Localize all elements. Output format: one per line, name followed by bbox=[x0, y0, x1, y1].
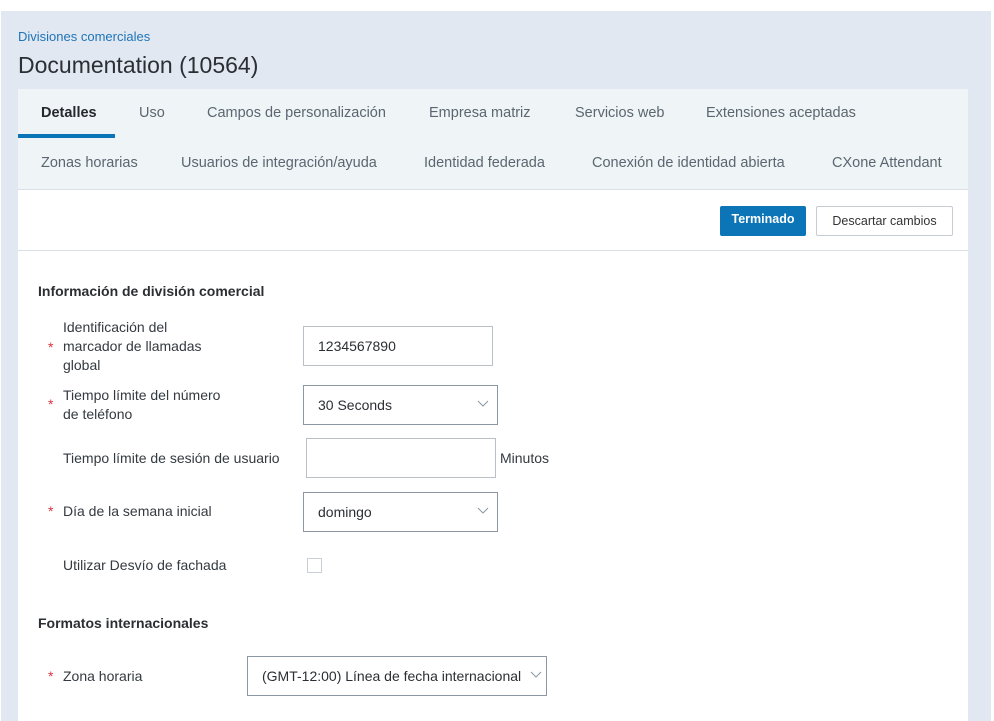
chevron-down-icon bbox=[477, 507, 489, 514]
page-title: Documentation (10564) bbox=[18, 52, 259, 78]
phone-timeout-label-line: Tiempo límite del número bbox=[63, 387, 221, 403]
tab-cxone-attendant[interactable]: CXone Attendant bbox=[832, 155, 942, 171]
tab-details[interactable]: Detalles bbox=[41, 105, 97, 121]
tab-accepted-extensions[interactable]: Extensiones aceptadas bbox=[706, 105, 856, 121]
required-indicator: * bbox=[48, 668, 54, 684]
phone-timeout-value: 30 Seconds bbox=[318, 397, 392, 413]
session-timeout-input[interactable] bbox=[306, 438, 496, 478]
chevron-down-icon bbox=[477, 400, 489, 407]
tab-open-id-connect[interactable]: Conexión de identidad abierta bbox=[592, 155, 785, 171]
tab-time-zones[interactable]: Zonas horarias bbox=[41, 155, 138, 171]
caller-id-label-line: global bbox=[63, 357, 101, 373]
timezone-select[interactable]: (GMT-12:00) Línea de fecha internacional bbox=[247, 656, 547, 696]
required-indicator: * bbox=[48, 339, 54, 355]
caller-id-label: Identificación del marcador de llamadas … bbox=[63, 318, 202, 375]
facade-bypass-label: Utilizar Desvío de fachada bbox=[63, 557, 227, 573]
phone-timeout-label: Tiempo límite del número de teléfono bbox=[63, 386, 220, 424]
week-start-select[interactable]: domingo bbox=[303, 492, 498, 532]
week-start-label: Día de la semana inicial bbox=[63, 503, 212, 519]
section-title-business-unit-info: Información de división comercial bbox=[38, 283, 265, 299]
required-indicator: * bbox=[48, 503, 54, 519]
done-button[interactable]: Terminado bbox=[720, 206, 806, 236]
tab-federated-identity[interactable]: Identidad federada bbox=[424, 155, 545, 171]
tab-parent-company[interactable]: Empresa matriz bbox=[429, 105, 531, 121]
tab-custom-fields[interactable]: Campos de personalización bbox=[207, 105, 386, 121]
week-start-value: domingo bbox=[318, 504, 372, 520]
timezone-label: Zona horaria bbox=[63, 668, 143, 684]
tab-usage[interactable]: Uso bbox=[139, 105, 165, 121]
details-card: Detalles Uso Campos de personalización E… bbox=[18, 89, 968, 721]
phone-timeout-label-line: de teléfono bbox=[63, 406, 133, 422]
breadcrumb-business-units[interactable]: Divisiones comerciales bbox=[18, 29, 150, 44]
timezone-value: (GMT-12:00) Línea de fecha internacional bbox=[262, 668, 522, 684]
caller-id-value: 1234567890 bbox=[318, 338, 396, 354]
caller-id-label-line: Identificación del bbox=[63, 319, 168, 335]
tab-integration-users[interactable]: Usuarios de integración/ayuda bbox=[181, 155, 377, 171]
required-indicator: * bbox=[48, 396, 54, 412]
section-title-international-formats: Formatos internacionales bbox=[38, 615, 209, 631]
action-toolbar: Terminado Descartar cambios bbox=[18, 190, 968, 251]
phone-timeout-select[interactable]: 30 Seconds bbox=[303, 385, 498, 425]
discard-changes-button[interactable]: Descartar cambios bbox=[816, 206, 953, 236]
tab-web-services[interactable]: Servicios web bbox=[575, 105, 664, 121]
caller-id-label-line: marcador de llamadas bbox=[63, 338, 202, 354]
caller-id-input[interactable]: 1234567890 bbox=[303, 326, 493, 366]
chevron-down-icon bbox=[530, 671, 542, 679]
session-timeout-label: Tiempo límite de sesión de usuario bbox=[63, 450, 280, 466]
session-timeout-unit: Minutos bbox=[500, 450, 550, 466]
tab-bar: Detalles Uso Campos de personalización E… bbox=[18, 89, 968, 190]
active-tab-indicator bbox=[18, 134, 115, 138]
facade-bypass-checkbox[interactable] bbox=[307, 558, 322, 573]
